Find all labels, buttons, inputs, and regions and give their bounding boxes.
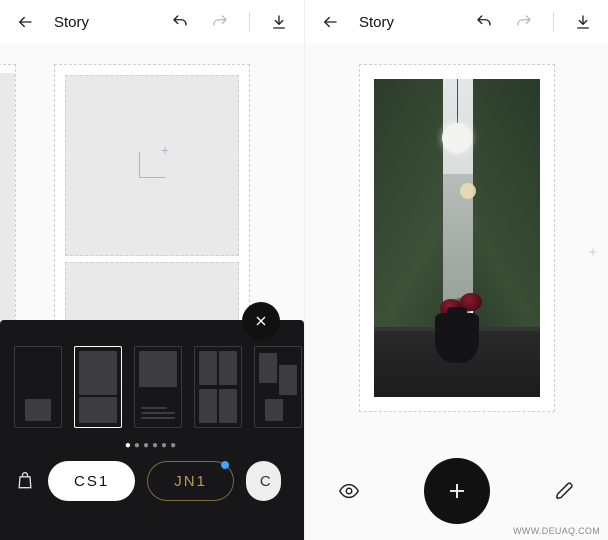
add-button[interactable]	[424, 458, 490, 524]
layout-option[interactable]	[194, 346, 242, 428]
page-title: Story	[54, 14, 89, 31]
divider	[249, 12, 250, 32]
undo-icon[interactable]	[169, 11, 191, 33]
close-button[interactable]	[242, 302, 280, 340]
layout-option[interactable]	[14, 346, 62, 428]
redo-icon[interactable]	[513, 11, 535, 33]
pack-pill[interactable]: CS1	[48, 461, 135, 501]
layout-option[interactable]	[134, 346, 182, 428]
layout-option[interactable]	[254, 346, 302, 428]
bottom-tools	[305, 458, 608, 524]
right-pane: Story	[304, 0, 608, 540]
left-pane: Story	[0, 0, 304, 540]
notification-dot	[221, 461, 229, 469]
pack-pill[interactable]: JN1	[147, 461, 234, 501]
back-icon[interactable]	[14, 11, 36, 33]
back-icon[interactable]	[319, 11, 341, 33]
pack-label: JN1	[174, 473, 207, 490]
pack-label: CS1	[74, 473, 109, 490]
add-image-icon	[139, 152, 165, 178]
topbar: Story	[305, 0, 608, 44]
download-icon[interactable]	[268, 11, 290, 33]
pack-row: CS1 JN1 C	[0, 461, 304, 515]
divider	[553, 12, 554, 32]
shopping-bag-icon[interactable]	[14, 470, 36, 492]
story-canvas[interactable]	[359, 64, 555, 412]
topbar: Story	[0, 0, 304, 44]
add-page-icon[interactable]: +	[584, 244, 602, 262]
image-slot-1[interactable]	[65, 75, 239, 256]
undo-icon[interactable]	[473, 11, 495, 33]
layout-sheet: ●●●●●● CS1 JN1 C	[0, 320, 304, 540]
photo-content[interactable]	[374, 79, 540, 397]
redo-icon[interactable]	[209, 11, 231, 33]
eye-icon[interactable]	[337, 479, 361, 503]
pencil-icon[interactable]	[553, 479, 577, 503]
download-icon[interactable]	[572, 11, 594, 33]
page-title: Story	[359, 14, 394, 31]
watermark: WWW.DEUAQ.COM	[513, 526, 600, 536]
page-indicator: ●●●●●●	[0, 436, 304, 461]
pack-label: C	[260, 473, 273, 490]
layout-option[interactable]	[74, 346, 122, 428]
pack-pill[interactable]: C	[246, 461, 281, 501]
